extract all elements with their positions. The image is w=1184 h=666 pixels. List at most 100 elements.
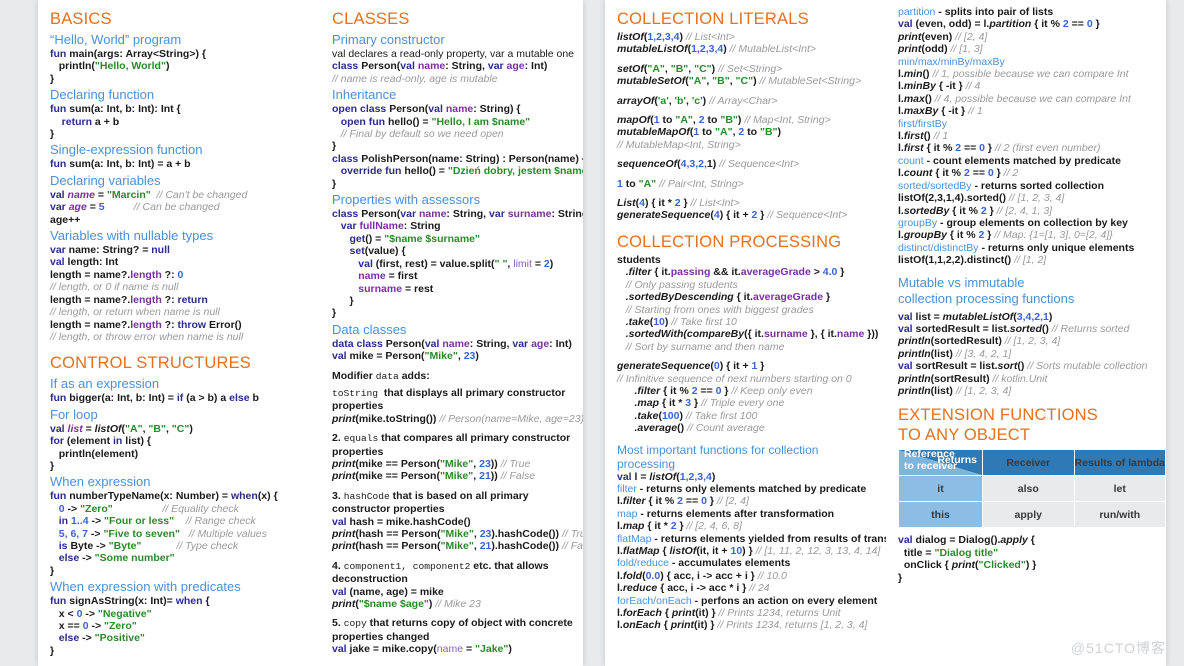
code-distinct: listOf(1,1,2,2).distinct() // [1, 2] xyxy=(898,254,1047,267)
section-heading-extension-functions-line2: TO ANY OBJECT xyxy=(898,426,1031,445)
corner-line1: Reference xyxy=(904,449,955,461)
code-declaring-function: fun sum(a: Int, b: Int): Int { return a … xyxy=(50,103,181,141)
text-map-desc: map - returns elements after transformat… xyxy=(617,507,835,520)
section-heading-control-structures: CONTROL STRUCTURES xyxy=(50,354,251,373)
text-data-item-3: 3. hashCode that is based on all primary… xyxy=(332,489,529,516)
text-count-desc: count - count elements matched by predic… xyxy=(898,154,1121,167)
text-partition-desc: partition - splits into pair of lists xyxy=(898,6,1054,18)
code-data-item-1: print(mike.toString()) // Person(name=Mi… xyxy=(332,412,583,425)
section-heading-collection-literals: COLLECTION LITERALS xyxy=(617,10,809,28)
code-generate-sequence-chain: generateSequence(0) { it + 1 } // Infini… xyxy=(617,360,852,435)
code-literals-generated: List(4) { it * 2 } // List<Int> generate… xyxy=(617,197,848,222)
code-first-pred: l.first { it % 2 == 0 } // 2 (first even… xyxy=(898,142,1101,155)
text-filter-desc: filter - returns only elements matched b… xyxy=(617,482,867,495)
code-inheritance: open class Person(val name: String) { op… xyxy=(332,103,583,190)
code-data-item-5: val jake = mike.copy(name = "Jake") xyxy=(332,643,512,656)
code-hello-world: fun main(args: Array<String>) { println(… xyxy=(50,48,206,85)
table-header-receiver: Receiver xyxy=(982,449,1075,477)
text-sorted-desc: sorted/sortedBy - returns sorted collect… xyxy=(898,179,1104,192)
text-first-desc: first/firstBy xyxy=(898,117,947,130)
table-cell-run-with: run/with xyxy=(1073,501,1166,529)
column-classes: CLASSES Primary constructor val declares… xyxy=(320,0,583,666)
sub-most-important-functions: Most important functions for collection … xyxy=(617,442,819,471)
sub-data-classes: Data classes xyxy=(332,321,407,337)
text-data-item-5: 5. copy that returns copy of object with… xyxy=(332,617,573,643)
text-minmax-desc: min/max/minBy/maxBy xyxy=(898,55,1005,68)
sub-inheritance: Inheritance xyxy=(332,87,397,103)
table-corner-reference-label: Reference to receiver xyxy=(904,449,958,473)
code-literals-map: mapOf(1 to "A", 2 to "B") // Map<Int, St… xyxy=(617,114,831,151)
code-count: l.count { it % 2 == 0 } // 2 xyxy=(898,167,1019,180)
sub-if-expression: If as an expression xyxy=(50,376,160,392)
code-nullable-types: var name: String? = null val length: Int… xyxy=(50,244,244,343)
code-data-item-4: val (name, age) = mike print("$name $age… xyxy=(332,585,481,611)
code-print-odd: print(odd) // [1, 3] xyxy=(898,43,983,56)
code-max: l.max() // 4, possible because we can co… xyxy=(898,92,1131,105)
card-right: COLLECTION LITERALS listOf(1,2,3,4) // L… xyxy=(605,0,1166,666)
code-maxby: l.maxBy { -it } // 1 xyxy=(898,105,983,118)
code-when-expression: fun numberTypeName(x: Number) = when(x) … xyxy=(50,490,278,577)
text-foldreduce-desc: fold/reduce - accumulates elements xyxy=(617,557,791,570)
code-reduce: l.reduce { acc, i -> acc * i } // 24 xyxy=(617,582,770,595)
code-sortedby: l.sortedBy { it % 2 } // [2, 4, 1, 3] xyxy=(898,204,1053,217)
code-min: l.min() // 1, possible because we can co… xyxy=(898,68,1129,81)
table-header-row: Returns Reference to receiver Receiver Re… xyxy=(898,449,1166,477)
table-row: this apply run/with xyxy=(898,501,1166,529)
code-literals-list: listOf(1,2,3,4) // List<Int> mutableList… xyxy=(617,31,817,56)
section-heading-basics: BASICS xyxy=(50,10,112,28)
code-partition: val (even, odd) = l.partition { it % 2 =… xyxy=(898,18,1100,31)
text-data-item-4: 4. component1, component2 etc. that allo… xyxy=(332,559,549,586)
code-for-loop: val list = listOf("A", "B", "C") for (el… xyxy=(50,422,193,472)
sub-nullable-types: Variables with nullable types xyxy=(50,228,214,244)
sub-hello-world: “Hello, World” program xyxy=(50,32,182,47)
text-data-item-2: 2. equals that compares all primary cons… xyxy=(332,432,571,458)
section-heading-classes: CLASSES xyxy=(332,10,410,28)
code-fold: l.fold(0.0) { acc, i -> acc + i } // 10.… xyxy=(617,569,787,582)
sub-when-expression: When expression xyxy=(50,474,151,490)
text-groupby-desc: groupBy - group elements on collection b… xyxy=(898,216,1128,229)
section-heading-collection-processing: COLLECTION PROCESSING xyxy=(617,232,842,251)
code-filter: l.filter { it % 2 == 0 } // [2, 4] xyxy=(617,495,749,508)
sub-when-predicates: When expression with predicates xyxy=(50,579,241,595)
code-groupby: l.groupBy { it % 2 } // Map: {1=[1, 3], … xyxy=(898,229,1113,242)
text-flatmap-desc: flatMap - returns elements yielded from … xyxy=(617,532,886,545)
sub-declaring-variables: Declaring variables xyxy=(50,172,161,188)
table-corner-cell: Returns Reference to receiver xyxy=(898,449,983,477)
code-data-item-2: print(mike == Person("Mike", 23)) // Tru… xyxy=(332,457,536,483)
sub-properties-assessors: Properties with assessors xyxy=(332,192,481,208)
code-print-even: print(even) // [2, 4] xyxy=(898,30,988,43)
code-primary-constructor: val declares a read-only property, var a… xyxy=(332,48,575,85)
code-map: l.map { it * 2 } // [2, 4, 6, 8] xyxy=(617,520,742,533)
code-first: l.first() // 1 xyxy=(898,130,949,143)
column-collection-literals: COLLECTION LITERALS listOf(1,2,3,4) // L… xyxy=(605,0,886,666)
column-collection-functions: partition - splits into pair of lists va… xyxy=(886,0,1166,666)
code-when-predicates: fun signAsString(x: Int)= when { x < 0 -… xyxy=(50,595,210,657)
corner-line2: to receiver xyxy=(904,460,958,473)
table-row: it also let xyxy=(898,475,1166,503)
table-rowhead-it: it xyxy=(898,475,983,503)
table-rowhead-this: this xyxy=(898,501,983,529)
code-minby: l.minBy { -it } // 4 xyxy=(898,80,981,93)
code-students-chain: students .filter { it.passing && it.aver… xyxy=(617,253,879,353)
sub-mutable-immutable-line1: Mutable vs immutable xyxy=(898,274,1025,290)
table-cell-apply: apply xyxy=(982,501,1075,529)
text-modifier-intro: Modifier data adds: xyxy=(332,369,430,382)
code-if-expression: fun bigger(a: Int, b: Int) = if (a > b) … xyxy=(50,392,259,405)
sub-mutable-immutable-line2: collection processing functions xyxy=(898,291,1075,307)
card-left: BASICS “Hello, World” program fun main(a… xyxy=(38,0,583,666)
code-properties-assessors: class Person(var name: String, var surna… xyxy=(332,208,583,320)
code-literals-sequence: sequenceOf(4,3,2,1) // Sequence<Int> xyxy=(617,158,800,171)
code-declaring-variables: val name = "Marcin" // Can't be changed … xyxy=(50,188,248,226)
sub-single-expression: Single-expression function xyxy=(50,142,203,158)
code-data-item-3: val hash = mike.hashCode() print(hash ==… xyxy=(332,515,583,553)
text-distinct-desc: distinct/distinctBy - returns only uniqu… xyxy=(898,241,1135,254)
sub-primary-constructor: Primary constructor xyxy=(332,32,445,47)
code-mutable-vs-immutable: val list = mutableListOf(3,4,2,1) val so… xyxy=(898,310,1148,397)
table-cell-also: also xyxy=(982,475,1075,503)
extension-functions-table: Returns Reference to receiver Receiver Re… xyxy=(898,449,1166,529)
code-literals-pair: 1 to "A" // Pair<Int, String> xyxy=(617,177,744,190)
code-foreach: l.forEach { print(it) } // Prints 1234, … xyxy=(617,607,841,620)
code-most-val: val l = listOf(1,2,3,4) xyxy=(617,470,716,483)
sub-for-loop: For loop xyxy=(50,406,98,422)
code-sorted: listOf(2,3,1,4).sorted() // [1, 2, 3, 4] xyxy=(898,192,1065,205)
